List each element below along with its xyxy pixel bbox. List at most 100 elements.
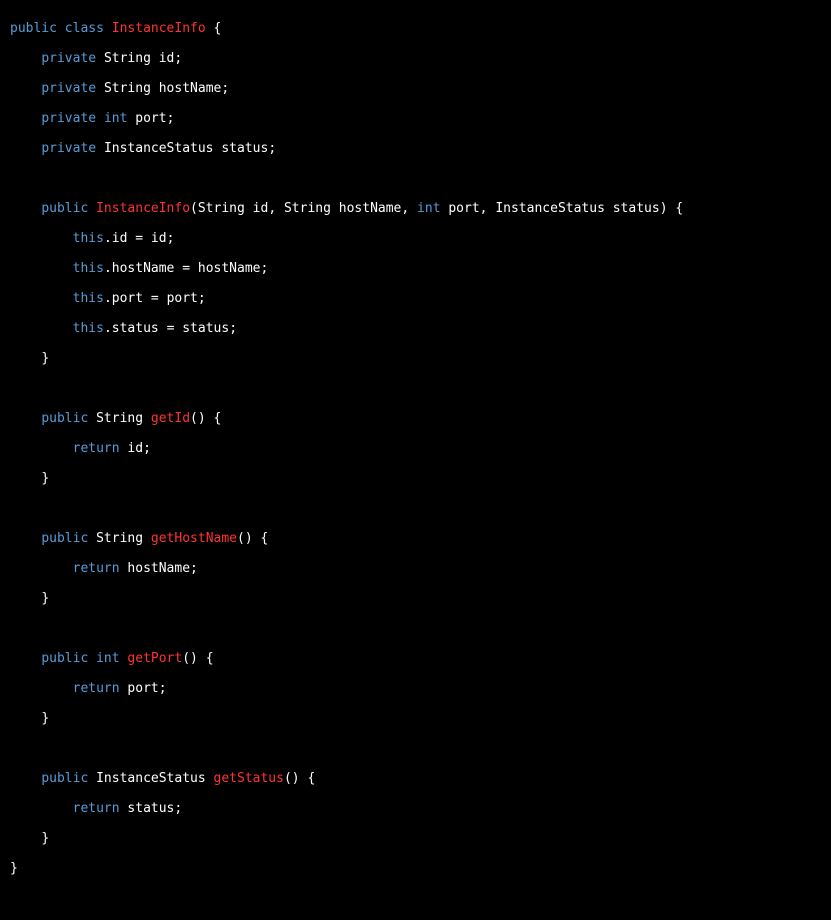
assignment-id-lhs: id	[112, 231, 128, 246]
equals: =	[182, 261, 190, 276]
keyword-this: this	[73, 321, 104, 336]
keyword-public: public	[41, 771, 88, 786]
assignment-hostname-rhs: hostName	[198, 261, 261, 276]
keyword-public: public	[41, 201, 88, 216]
brace-open: {	[214, 411, 222, 426]
lparen: (	[190, 411, 198, 426]
keyword-return: return	[73, 441, 120, 456]
method-gethostname: getHostName	[151, 531, 237, 546]
semicolon: ;	[198, 291, 206, 306]
keyword-int: int	[96, 651, 119, 666]
equals: =	[167, 321, 175, 336]
param-id: id	[253, 201, 269, 216]
keyword-class: class	[65, 21, 104, 36]
type-string: String	[104, 81, 151, 96]
equals: =	[151, 291, 159, 306]
keyword-public: public	[41, 651, 88, 666]
keyword-public: public	[10, 21, 57, 36]
return-port: port	[127, 681, 158, 696]
lparen: (	[237, 531, 245, 546]
lparen: (	[190, 201, 198, 216]
method-getstatus: getStatus	[214, 771, 284, 786]
lparen: (	[182, 651, 190, 666]
keyword-int: int	[417, 201, 440, 216]
keyword-this: this	[73, 231, 104, 246]
keyword-public: public	[41, 531, 88, 546]
comma: ,	[480, 201, 488, 216]
class-name: InstanceInfo	[112, 21, 206, 36]
semicolon: ;	[261, 261, 269, 276]
type-string: String	[96, 531, 143, 546]
method-getport: getPort	[127, 651, 182, 666]
keyword-return: return	[73, 561, 120, 576]
keyword-public: public	[41, 411, 88, 426]
equals: =	[135, 231, 143, 246]
field-id: id	[159, 51, 175, 66]
assignment-hostname-lhs: hostName	[112, 261, 175, 276]
semicolon: ;	[174, 51, 182, 66]
method-getid: getId	[151, 411, 190, 426]
param-status: status	[613, 201, 660, 216]
semicolon: ;	[167, 111, 175, 126]
assignment-id-rhs: id	[151, 231, 167, 246]
param-hostname: hostName	[339, 201, 402, 216]
field-port: port	[135, 111, 166, 126]
rparen: )	[190, 651, 198, 666]
brace-close: }	[41, 831, 49, 846]
return-id: id	[127, 441, 143, 456]
semicolon: ;	[229, 321, 237, 336]
semicolon: ;	[159, 681, 167, 696]
keyword-private: private	[41, 51, 96, 66]
type-instancestatus: InstanceStatus	[104, 141, 214, 156]
keyword-return: return	[73, 801, 120, 816]
lparen: (	[284, 771, 292, 786]
keyword-int: int	[104, 111, 127, 126]
dot: .	[104, 321, 112, 336]
keyword-this: this	[73, 291, 104, 306]
rparen: )	[198, 411, 206, 426]
type-string: String	[104, 51, 151, 66]
assignment-port-lhs: port	[112, 291, 143, 306]
semicolon: ;	[143, 441, 151, 456]
brace-open: {	[260, 531, 268, 546]
brace-open: {	[307, 771, 315, 786]
constructor-name: InstanceInfo	[96, 201, 190, 216]
comma: ,	[401, 201, 409, 216]
keyword-this: this	[73, 261, 104, 276]
brace-close: }	[41, 711, 49, 726]
dot: .	[104, 291, 112, 306]
assignment-port-rhs: port	[167, 291, 198, 306]
type-string: String	[198, 201, 245, 216]
semicolon: ;	[174, 801, 182, 816]
keyword-private: private	[41, 141, 96, 156]
field-status: status	[221, 141, 268, 156]
keyword-return: return	[73, 681, 120, 696]
type-instancestatus: InstanceStatus	[495, 201, 605, 216]
semicolon: ;	[268, 141, 276, 156]
rparen: )	[292, 771, 300, 786]
brace-open: {	[206, 651, 214, 666]
brace-close: }	[41, 351, 49, 366]
dot: .	[104, 231, 112, 246]
return-status: status	[127, 801, 174, 816]
field-hostname: hostName	[159, 81, 222, 96]
type-instancestatus: InstanceStatus	[96, 771, 206, 786]
dot: .	[104, 261, 112, 276]
rparen: )	[660, 201, 668, 216]
brace-close: }	[10, 861, 18, 876]
brace-close: }	[41, 471, 49, 486]
comma: ,	[268, 201, 276, 216]
keyword-private: private	[41, 81, 96, 96]
rparen: )	[245, 531, 253, 546]
brace-open: {	[214, 21, 222, 36]
param-port: port	[448, 201, 479, 216]
type-string: String	[284, 201, 331, 216]
assignment-status-rhs: status	[182, 321, 229, 336]
semicolon: ;	[167, 231, 175, 246]
return-hostname: hostName	[127, 561, 190, 576]
brace-close: }	[41, 591, 49, 606]
code-block: public class InstanceInfo { private Stri…	[10, 14, 821, 884]
keyword-private: private	[41, 111, 96, 126]
semicolon: ;	[221, 81, 229, 96]
semicolon: ;	[190, 561, 198, 576]
